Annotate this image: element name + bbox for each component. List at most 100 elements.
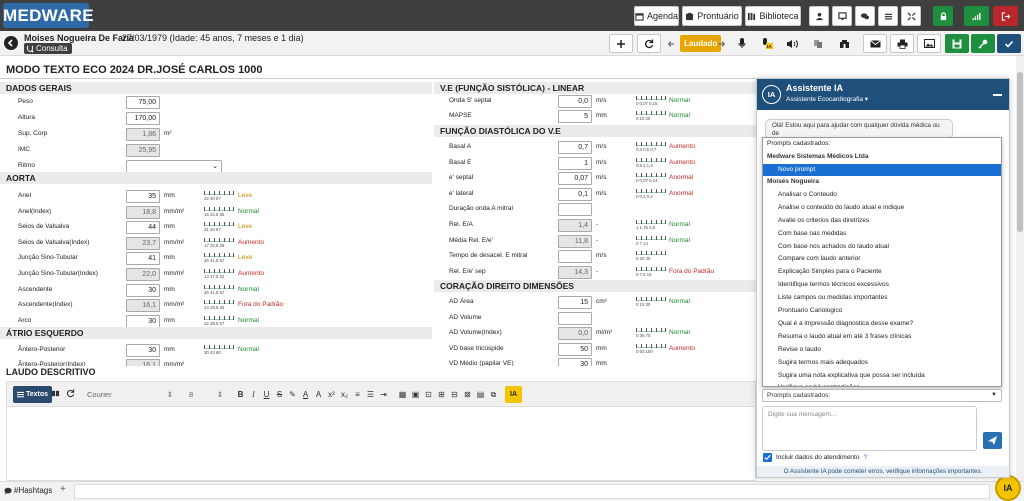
superscript-icon[interactable]: x² (326, 389, 337, 400)
logout-button[interactable] (993, 6, 1018, 26)
copy-button[interactable] (808, 34, 828, 53)
measurement-input[interactable]: 30 (126, 283, 160, 297)
help-icon[interactable]: ? (863, 454, 867, 461)
ia-message-input[interactable]: Digite sua mensagem... (762, 406, 977, 451)
measurement-input[interactable]: 30 (126, 314, 160, 328)
measurement-input[interactable]: 35 (126, 190, 160, 203)
key-button[interactable] (971, 34, 995, 53)
signal-button[interactable] (964, 6, 989, 26)
fullscreen-button[interactable] (901, 6, 921, 26)
measurement-input[interactable]: 170,00 (126, 112, 160, 125)
insert-object-icon[interactable]: ⊞ (436, 389, 447, 400)
email-button[interactable] (863, 34, 887, 53)
font-family-select[interactable]: Courier ⇕ (83, 388, 175, 401)
prompt-option[interactable]: Identifique termos técnicos excessivos (763, 279, 1001, 292)
text-color-icon[interactable]: A (300, 389, 311, 400)
include-data-checkbox[interactable] (763, 452, 772, 462)
align-icon[interactable]: ≡ (352, 389, 363, 400)
hashtag-input[interactable] (74, 484, 990, 499)
strikethrough-icon[interactable]: S (274, 389, 285, 400)
measurement-input[interactable]: 22,0 (126, 268, 160, 281)
prompt-option[interactable]: Analise o conteúdo do laudo atual e indi… (763, 202, 1001, 215)
refresh-editor-icon[interactable] (66, 389, 77, 400)
menu-button[interactable] (878, 6, 898, 26)
measurement-input[interactable]: 18,8 (126, 205, 160, 219)
insert-media-icon[interactable]: ⊡ (423, 389, 434, 400)
table-icon[interactable]: ▦ (397, 389, 408, 400)
bold-icon[interactable]: B (235, 389, 246, 400)
insert-field-icon[interactable]: ⊠ (462, 389, 473, 400)
measurement-input[interactable]: 0,1 (558, 187, 592, 201)
refresh-button[interactable] (637, 34, 661, 53)
status-prev-arrow[interactable] (665, 34, 677, 53)
prompt-option[interactable]: Liste campos ou medidas importantes (763, 292, 1001, 305)
prompt-option[interactable]: Resuma o laudo atual em até 3 frases clí… (763, 331, 1001, 344)
prompt-option[interactable]: Explicação Simples para o Paciente (763, 266, 1001, 279)
underline-icon[interactable]: U (261, 389, 272, 400)
add-button[interactable] (609, 34, 633, 53)
print-button[interactable] (890, 34, 914, 53)
monitor-button[interactable] (832, 6, 852, 26)
chat-button[interactable] (855, 6, 875, 26)
measurement-input[interactable]: 0,07 (558, 172, 592, 186)
prompt-option[interactable]: Com base nos achados do laudo atual (763, 241, 1001, 254)
user-button[interactable] (809, 6, 829, 26)
ia-floating-button[interactable]: IA (995, 475, 1021, 501)
add-hashtag-button[interactable]: + (60, 484, 66, 495)
measurement-input[interactable]: 23,7 (126, 236, 160, 250)
font-size-select[interactable]: 8 ⇕ (185, 388, 225, 401)
measurement-input[interactable]: 1 (558, 156, 592, 170)
speaker-button[interactable] (782, 34, 802, 53)
prompts-dropdown-list[interactable]: Prompts cadastrados: Medware Sistemas Méd… (762, 137, 1002, 387)
consulta-badge[interactable]: Consulta (24, 43, 72, 54)
prompt-option[interactable]: Prontuario Cariologico (763, 305, 1001, 318)
measurement-input[interactable]: 30 (126, 344, 160, 357)
measurement-input[interactable] (558, 311, 592, 325)
insert-template-icon[interactable]: ▤ (475, 389, 486, 400)
measurement-input[interactable]: 16,1 (126, 359, 160, 366)
measurement-input[interactable]: 0,7 (558, 141, 592, 154)
biblioteca-button[interactable]: Biblioteca (745, 6, 801, 26)
textos-button[interactable]: Textos (13, 386, 53, 403)
prompt-option[interactable]: Avalie os criterios das diretrizes (763, 215, 1001, 228)
list-bullet-icon[interactable]: ☰ (365, 389, 376, 400)
prompt-option[interactable]: Revise o laudo (763, 344, 1001, 357)
subscript-icon[interactable]: x₂ (339, 389, 350, 400)
insert-link-icon[interactable]: ⧉ (488, 389, 499, 400)
book-icon[interactable] (51, 389, 62, 400)
hospital-button[interactable] (834, 34, 854, 53)
measurement-input[interactable]: 41 (126, 252, 160, 266)
ia-assistant-selector[interactable]: Assistente Ecocardiografia ▾ (786, 95, 868, 103)
measurement-input[interactable]: 0,0 (558, 327, 592, 341)
prompt-option[interactable]: Novo prompt (763, 163, 1001, 177)
measurement-input[interactable]: 1,86 (126, 128, 160, 141)
measurement-input[interactable]: 44 (126, 221, 160, 235)
measurement-input[interactable]: 25,95 (126, 144, 160, 157)
ia-mic-button[interactable]: IA (757, 34, 777, 53)
measurement-input[interactable]: 1,4 (558, 219, 592, 232)
prompt-option[interactable]: Sugira termos mais adequados (763, 357, 1001, 370)
format-brush-icon[interactable]: ✎ (287, 389, 298, 400)
prompts-select[interactable]: Prompts cadastrados: ▼ (762, 389, 1002, 402)
measurement-input[interactable]: 50 (558, 342, 592, 356)
prompt-option[interactable]: Sugira uma nota explicativa que possa se… (763, 370, 1001, 383)
agenda-button[interactable]: Agenda (634, 6, 679, 26)
italic-icon[interactable]: I (248, 389, 259, 400)
prompt-option[interactable]: Analisar o Conteudo (763, 189, 1001, 202)
prompt-option[interactable]: Compare com laudo anterior (763, 253, 1001, 266)
indent-icon[interactable]: ⇥ (378, 389, 389, 400)
lock-button[interactable] (933, 6, 953, 26)
minimize-icon[interactable] (993, 94, 1002, 96)
prompt-option[interactable]: Verifique se há contradições (763, 382, 1001, 386)
highlight-icon[interactable]: A (313, 389, 324, 400)
insert-frame-icon[interactable]: ⊟ (449, 389, 460, 400)
back-button[interactable] (4, 36, 18, 50)
measurement-input[interactable]: 30 (558, 358, 592, 366)
measurement-input[interactable]: 0,0 (558, 95, 592, 108)
laudo-editor[interactable] (6, 407, 756, 481)
confirm-button[interactable] (997, 34, 1021, 53)
include-data-row[interactable]: Incluir dados do atendimento ? (763, 452, 867, 462)
editor-ia-button[interactable]: IA (505, 386, 522, 403)
measurement-input[interactable]: 11,8 (558, 234, 592, 248)
measurement-input[interactable] (558, 250, 592, 264)
